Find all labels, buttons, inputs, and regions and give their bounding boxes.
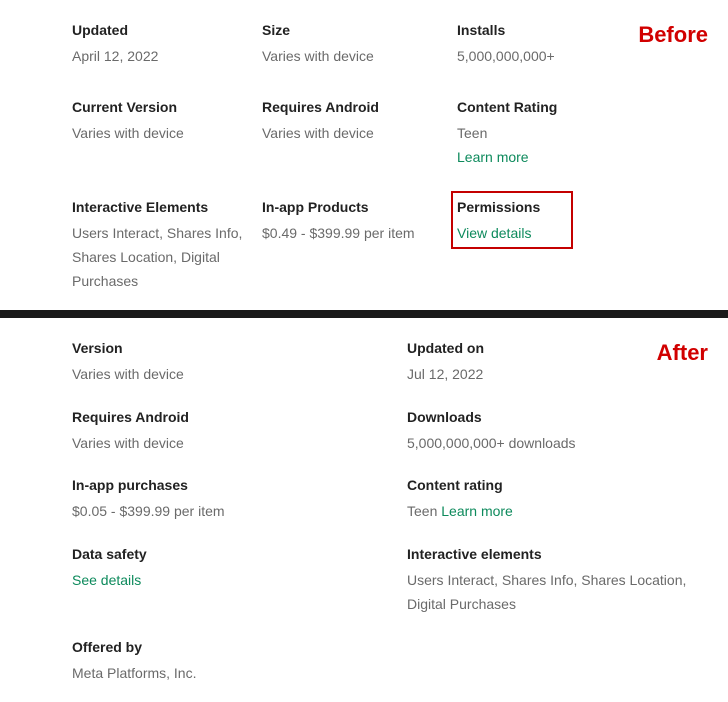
- in-app-purchases-value: $0.05 - $399.99 per item: [72, 500, 391, 524]
- interactive-elements-label: Interactive Elements: [72, 199, 246, 215]
- interactive-elements-value-after: Users Interact, Shares Info, Shares Loca…: [407, 569, 691, 617]
- updated-item: Updated April 12, 2022: [72, 22, 262, 69]
- offered-by-value: Meta Platforms, Inc.: [72, 662, 391, 686]
- interactive-elements-item: Interactive Elements Users Interact, Sha…: [72, 199, 262, 293]
- offered-by-item: Offered by Meta Platforms, Inc.: [72, 639, 407, 686]
- requires-android-label-after: Requires Android: [72, 409, 391, 425]
- section-divider: [0, 310, 728, 318]
- current-version-item: Current Version Varies with device: [72, 99, 262, 170]
- content-rating-value: Teen Learn more: [457, 122, 641, 170]
- size-label: Size: [262, 22, 441, 38]
- content-rating-text: Teen: [457, 125, 487, 141]
- after-grid: Version Varies with device Updated on Ju…: [72, 340, 728, 686]
- downloads-item: Downloads 5,000,000,000+ downloads: [407, 409, 707, 456]
- size-value: Varies with device: [262, 45, 441, 69]
- before-section: Before Updated April 12, 2022 Size Varie…: [0, 0, 728, 310]
- data-safety-see-details-link[interactable]: See details: [72, 572, 141, 588]
- data-safety-label: Data safety: [72, 546, 391, 562]
- updated-on-value: Jul 12, 2022: [407, 363, 691, 387]
- permissions-item: Permissions View details: [457, 199, 657, 293]
- updated-label: Updated: [72, 22, 246, 38]
- size-item: Size Varies with device: [262, 22, 457, 69]
- in-app-products-item: In-app Products $0.49 - $399.99 per item: [262, 199, 457, 293]
- permissions-label: Permissions: [457, 199, 641, 215]
- content-rating-learn-more-link-after[interactable]: Learn more: [441, 503, 513, 519]
- content-rating-label-after: Content rating: [407, 477, 691, 493]
- content-rating-text-after: Teen: [407, 503, 441, 519]
- permissions-value: View details: [457, 222, 641, 246]
- requires-android-value-after: Varies with device: [72, 432, 391, 456]
- requires-android-value: Varies with device: [262, 122, 441, 146]
- version-value: Varies with device: [72, 363, 391, 387]
- permissions-view-details-link[interactable]: View details: [457, 225, 531, 241]
- requires-android-item-after: Requires Android Varies with device: [72, 409, 407, 456]
- downloads-label: Downloads: [407, 409, 691, 425]
- downloads-value: 5,000,000,000+ downloads: [407, 432, 691, 456]
- requires-android-item: Requires Android Varies with device: [262, 99, 457, 170]
- interactive-elements-item-after: Interactive elements Users Interact, Sha…: [407, 546, 707, 617]
- in-app-purchases-label: In-app purchases: [72, 477, 391, 493]
- content-rating-label: Content Rating: [457, 99, 641, 115]
- requires-android-label: Requires Android: [262, 99, 441, 115]
- in-app-products-label: In-app Products: [262, 199, 441, 215]
- installs-value: 5,000,000,000+: [457, 45, 641, 69]
- before-annotation: Before: [638, 22, 708, 48]
- after-annotation: After: [657, 340, 708, 366]
- interactive-elements-value: Users Interact, Shares Info, Shares Loca…: [72, 222, 246, 293]
- before-grid: Updated April 12, 2022 Size Varies with …: [72, 22, 728, 294]
- content-rating-learn-more-link[interactable]: Learn more: [457, 146, 641, 170]
- content-rating-value-after: Teen Learn more: [407, 500, 691, 524]
- data-safety-item: Data safety See details: [72, 546, 407, 617]
- installs-item: Installs 5,000,000,000+: [457, 22, 657, 69]
- content-rating-item-after: Content rating Teen Learn more: [407, 477, 707, 524]
- in-app-products-value: $0.49 - $399.99 per item: [262, 222, 441, 246]
- offered-by-label: Offered by: [72, 639, 391, 655]
- current-version-value: Varies with device: [72, 122, 246, 146]
- updated-on-label: Updated on: [407, 340, 691, 356]
- installs-label: Installs: [457, 22, 641, 38]
- current-version-label: Current Version: [72, 99, 246, 115]
- version-item: Version Varies with device: [72, 340, 407, 387]
- updated-value: April 12, 2022: [72, 45, 246, 69]
- version-label: Version: [72, 340, 391, 356]
- in-app-purchases-item: In-app purchases $0.05 - $399.99 per ite…: [72, 477, 407, 524]
- data-safety-value: See details: [72, 569, 391, 593]
- interactive-elements-label-after: Interactive elements: [407, 546, 691, 562]
- after-section: After Version Varies with device Updated…: [0, 318, 728, 702]
- content-rating-item: Content Rating Teen Learn more: [457, 99, 657, 170]
